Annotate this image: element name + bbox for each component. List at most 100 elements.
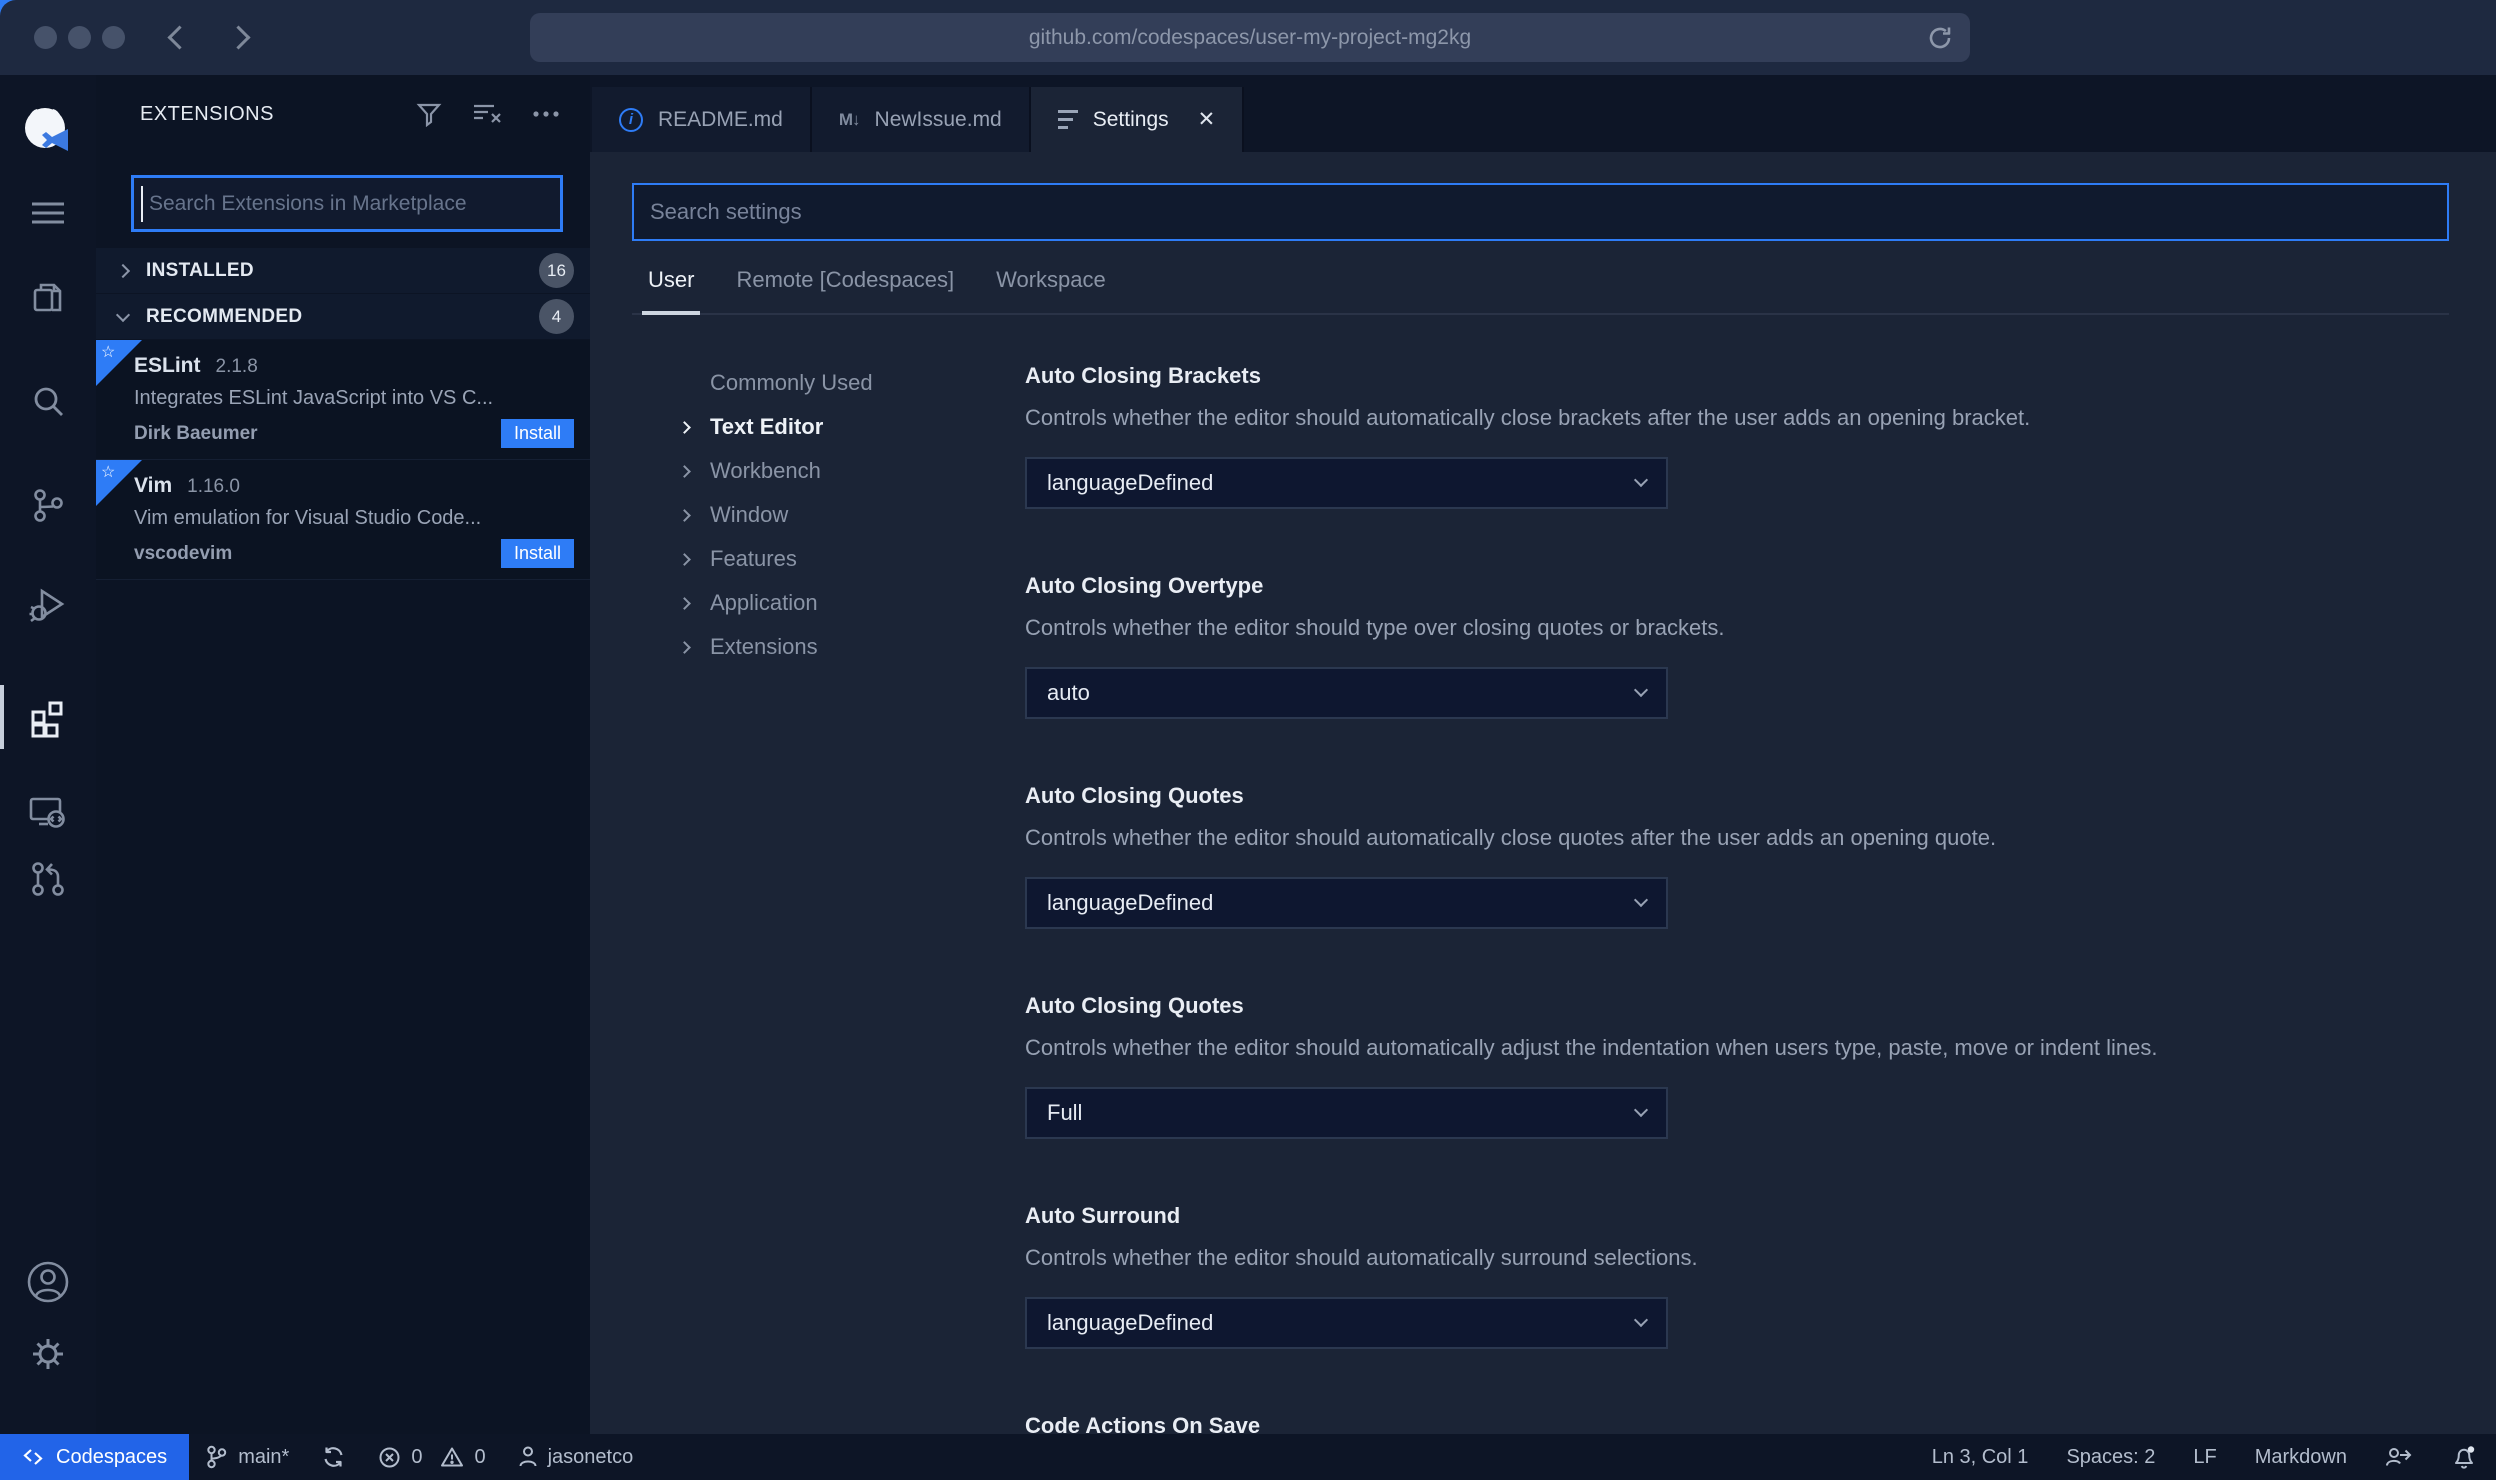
install-button[interactable]: Install: [500, 539, 574, 568]
search-icon[interactable]: [26, 380, 70, 424]
github-codespaces-logo-icon[interactable]: [19, 103, 77, 161]
dropdown-value: languageDefined: [1047, 470, 1214, 495]
tree-item-workbench[interactable]: Workbench: [678, 449, 1025, 493]
settings-tree: Commonly Used Text Editor Workbench Wind…: [678, 361, 1025, 1434]
tree-item-window[interactable]: Window: [678, 493, 1025, 537]
star-icon: ☆: [101, 344, 116, 361]
branch-button[interactable]: main*: [189, 1434, 305, 1480]
extension-version: 2.1.8: [215, 356, 258, 377]
extensions-sidebar: EXTENSIONS Search Extensions in Marketpl…: [96, 75, 590, 1434]
clear-extension-search-icon[interactable]: [472, 101, 502, 127]
dropdown-value: languageDefined: [1047, 1310, 1214, 1335]
more-actions-icon[interactable]: [532, 101, 560, 127]
close-icon[interactable]: ✕: [1198, 107, 1216, 132]
sync-button[interactable]: [305, 1434, 362, 1480]
cursor-position-button[interactable]: Ln 3, Col 1: [1913, 1434, 2048, 1480]
tree-item-text-editor[interactable]: Text Editor: [678, 405, 1025, 449]
markdown-icon: M↓: [838, 109, 861, 129]
notifications-button[interactable]: [2432, 1434, 2496, 1480]
scope-tab-user[interactable]: User: [641, 267, 701, 315]
forward-icon[interactable]: [226, 25, 251, 50]
error-icon: [378, 1446, 401, 1469]
section-label: RECOMMENDED: [146, 305, 303, 327]
dropdown-value: languageDefined: [1047, 890, 1214, 915]
activity-bar: [0, 75, 96, 1434]
run-debug-icon[interactable]: [26, 583, 70, 627]
language-mode-button[interactable]: Markdown: [2236, 1434, 2366, 1480]
setting-title: Auto Closing Overtype: [1025, 573, 1264, 598]
setting-value-dropdown[interactable]: languageDefined: [1025, 1297, 1668, 1349]
explorer-icon[interactable]: [26, 275, 70, 319]
settings-list: Auto Closing Brackets Controls whether t…: [1025, 361, 2449, 1434]
tree-label: Application: [710, 590, 818, 615]
back-icon[interactable]: [167, 25, 192, 50]
settings-gear-icon[interactable]: [25, 1331, 71, 1377]
extension-description: Integrates ESLint JavaScript into VS C..…: [134, 387, 494, 409]
setting-description: Controls whether the editor should autom…: [1025, 825, 1997, 850]
setting-auto-closing-overtype: Auto Closing Overtype Controls whether t…: [1025, 571, 2449, 719]
url-text: github.com/codespaces/user-my-project-mg…: [1028, 25, 1472, 49]
git-branch-icon: [205, 1445, 228, 1469]
tree-item-extensions[interactable]: Extensions: [678, 625, 1025, 669]
remote-icon: [22, 1447, 44, 1467]
eol-button[interactable]: LF: [2174, 1434, 2235, 1480]
cursor-position-label: Ln 3, Col 1: [1931, 1445, 2029, 1468]
section-recommended[interactable]: RECOMMENDED 4: [96, 294, 590, 340]
source-control-icon[interactable]: [26, 483, 70, 527]
settings-scope-tabs: User Remote [Codespaces] Workspace: [632, 267, 2449, 315]
chevron-down-icon: [1633, 682, 1649, 698]
tree-label: Features: [710, 546, 797, 571]
account-icon[interactable]: [25, 1259, 71, 1305]
account-label: jasonetco: [547, 1445, 634, 1468]
window-control-dot[interactable]: [102, 26, 125, 49]
tab-label: README.md: [658, 107, 783, 131]
account-status-button[interactable]: jasonetco: [502, 1434, 650, 1480]
setting-title: Auto Surround: [1025, 1203, 1181, 1228]
tree-item-application[interactable]: Application: [678, 581, 1025, 625]
feedback-button[interactable]: [2366, 1434, 2432, 1480]
chevron-right-icon: [678, 596, 691, 610]
extensions-search-input[interactable]: [143, 191, 560, 216]
chevron-down-icon: [1633, 1312, 1649, 1328]
window-control-dot[interactable]: [34, 26, 57, 49]
window-controls: [34, 26, 125, 49]
install-button[interactable]: Install: [500, 419, 574, 448]
tree-item-commonly-used[interactable]: Commonly Used: [680, 361, 1025, 405]
extensions-icon[interactable]: [25, 693, 71, 739]
reload-icon[interactable]: [1926, 24, 1954, 52]
codespaces-remote-button[interactable]: Codespaces: [0, 1434, 190, 1480]
remote-explorer-icon[interactable]: [25, 789, 71, 835]
github-pull-request-icon[interactable]: [26, 857, 70, 901]
chevron-down-icon: [1633, 892, 1649, 908]
problems-button[interactable]: 0 0: [362, 1434, 501, 1480]
setting-description: Controls whether the editor should autom…: [1025, 1035, 2158, 1060]
scope-tab-workspace[interactable]: Workspace: [996, 267, 1106, 313]
settings-search-input[interactable]: [632, 183, 2449, 241]
setting-value-dropdown[interactable]: languageDefined: [1025, 457, 1668, 509]
warning-icon: [440, 1446, 464, 1468]
scope-tab-remote[interactable]: Remote [Codespaces]: [736, 267, 954, 313]
tab-settings[interactable]: Settings ✕: [1030, 87, 1245, 152]
bell-icon: [2451, 1444, 2477, 1470]
address-bar[interactable]: github.com/codespaces/user-my-project-mg…: [530, 13, 1970, 62]
tab-readme[interactable]: i README.md: [592, 87, 812, 152]
window-control-dot[interactable]: [68, 26, 91, 49]
tree-item-features[interactable]: Features: [678, 537, 1025, 581]
filter-icon[interactable]: [416, 101, 442, 127]
extension-list-item-vim[interactable]: ☆ Vim 1.16.0 Vim emulation for Visual St…: [96, 460, 590, 580]
app-shell: EXTENSIONS Search Extensions in Marketpl…: [0, 75, 2496, 1434]
indentation-label: Spaces: 2: [2066, 1445, 2156, 1468]
tab-strip: i README.md M↓ NewIssue.md Settings ✕: [590, 75, 2496, 152]
chevron-right-icon: [678, 552, 691, 566]
section-installed[interactable]: INSTALLED 16: [96, 248, 590, 294]
chevron-right-icon: [678, 464, 691, 478]
indentation-button[interactable]: Spaces: 2: [2047, 1434, 2174, 1480]
menu-icon[interactable]: [28, 199, 68, 227]
chevron-right-icon: [678, 420, 691, 434]
setting-title: Auto Closing Brackets: [1025, 363, 1261, 388]
setting-value-dropdown[interactable]: Full: [1025, 1087, 1668, 1139]
setting-value-dropdown[interactable]: auto: [1025, 667, 1668, 719]
setting-value-dropdown[interactable]: languageDefined: [1025, 877, 1668, 929]
tab-newissue[interactable]: M↓ NewIssue.md: [811, 87, 1031, 152]
extension-list-item-eslint[interactable]: ☆ ESLint 2.1.8 Integrates ESLint JavaScr…: [96, 340, 590, 460]
